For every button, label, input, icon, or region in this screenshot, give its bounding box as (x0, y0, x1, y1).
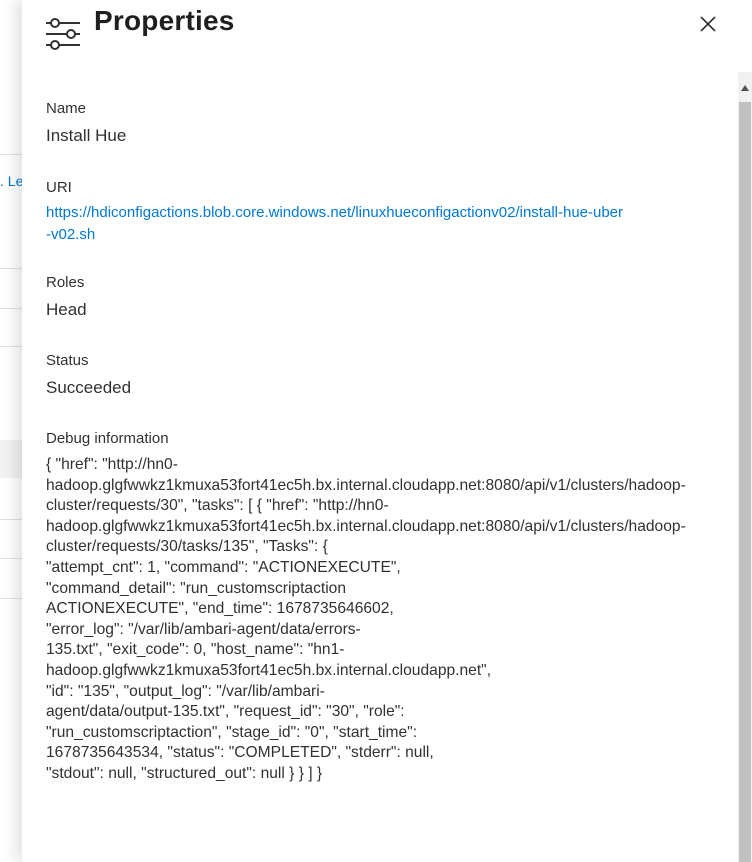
status-value: Succeeded (46, 378, 132, 397)
debug-line: "attempt_cnt": 1, "command": "ACTIONEXEC… (46, 558, 401, 576)
debug-information: { "href": "http://hn0- hadoop.glgfwwkz1k… (46, 455, 736, 785)
scroll-up-button[interactable] (738, 72, 752, 102)
close-icon (699, 15, 717, 38)
divider (0, 308, 22, 309)
debug-line: hadoop.glgfwwkz1kmuxa53fort41ec5h.bx.int… (46, 661, 492, 679)
divider (0, 519, 22, 520)
debug-line: { "href": "http://hn0- (46, 456, 178, 473)
background-page: . Le (0, 0, 22, 862)
uri-link[interactable]: https://hdiconfigactions.blob.core.windo… (46, 202, 626, 246)
debug-line: cluster/requests/30", "tasks": [ { "href… (46, 497, 389, 515)
uri-field: URI https://hdiconfigactions.blob.core.w… (46, 179, 736, 246)
background-link[interactable]: . Le (0, 173, 22, 189)
name-field: Name Install Hue (46, 100, 736, 146)
divider (0, 598, 22, 599)
panel-header: Properties (22, 0, 752, 70)
close-button[interactable] (694, 12, 722, 40)
divider (0, 346, 22, 347)
debug-line: cluster/requests/30/tasks/135", "Tasks":… (46, 538, 328, 556)
debug-line: ACTIONEXECUTE", "end_time": 167873564660… (46, 600, 394, 618)
debug-field: Debug information { "href": "http://hn0-… (46, 430, 736, 785)
scrollbar-thumb[interactable] (739, 102, 751, 862)
debug-line: hadoop.glgfwwkz1kmuxa53fort41ec5h.bx.int… (46, 476, 686, 494)
divider (0, 154, 22, 155)
settings-sliders-icon (44, 16, 82, 52)
status-field: Status Succeeded (46, 352, 736, 398)
debug-line: "command_detail": "run_customscriptactio… (46, 579, 347, 597)
panel-title: Properties (94, 5, 235, 36)
debug-line: "id": "135", "output_log": "/var/lib/amb… (46, 682, 325, 700)
name-label: Name (46, 100, 87, 117)
background-row (0, 440, 22, 478)
properties-panel: Properties Name Install Hue URI https://… (22, 0, 752, 862)
name-value: Install Hue (46, 126, 127, 145)
debug-line: hadoop.glgfwwkz1kmuxa53fort41ec5h.bx.int… (46, 517, 686, 535)
debug-label: Debug information (46, 430, 169, 447)
debug-line: "run_customscriptaction", "stage_id": "0… (46, 723, 418, 741)
scroll-up-arrow-icon (741, 78, 749, 96)
debug-line: "error_log": "/var/lib/ambari-agent/data… (46, 620, 361, 638)
debug-line: 135.txt", "exit_code": 0, "host_name": "… (46, 641, 345, 659)
debug-line: 1678735643534, "status": "COMPLETED", "s… (46, 744, 434, 762)
vertical-scrollbar[interactable] (738, 72, 752, 862)
roles-label: Roles (46, 274, 85, 291)
roles-value: Head (46, 300, 87, 319)
debug-line: agent/data/output-135.txt", "request_id"… (46, 703, 405, 721)
uri-label: URI (46, 179, 72, 196)
divider (0, 268, 22, 269)
roles-field: Roles Head (46, 274, 736, 320)
status-label: Status (46, 352, 89, 369)
properties-content: Name Install Hue URI https://hdiconfigac… (46, 100, 736, 785)
debug-line: "stdout": null, "structured_out": null }… (46, 764, 323, 782)
divider (0, 558, 22, 559)
